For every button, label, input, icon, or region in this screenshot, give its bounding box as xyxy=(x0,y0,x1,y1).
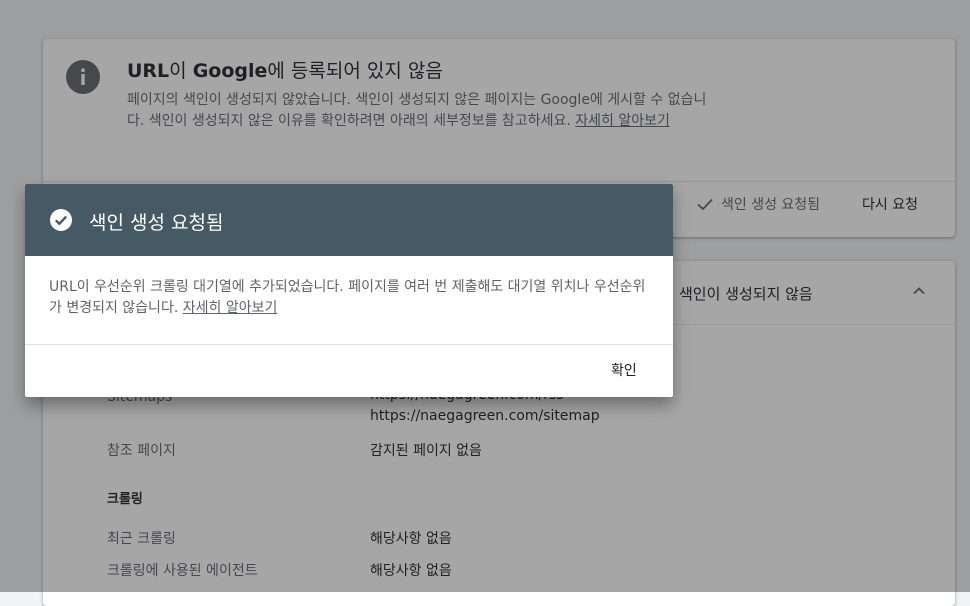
dialog-message: URL이 우선순위 크롤링 대기열에 추가되었습니다. 페이지를 여러 번 제출… xyxy=(49,279,646,316)
indexing-requested-dialog: 색인 생성 요청됨 URL이 우선순위 크롤링 대기열에 추가되었습니다. 페이… xyxy=(25,184,673,397)
dialog-header: 색인 생성 요청됨 xyxy=(25,184,673,256)
ok-button[interactable]: 확인 xyxy=(607,358,641,382)
divider xyxy=(25,344,673,345)
dialog-title: 색인 생성 요청됨 xyxy=(89,212,224,234)
check-circle-icon xyxy=(50,209,72,231)
learn-more-link[interactable]: 자세히 알아보기 xyxy=(183,300,278,316)
